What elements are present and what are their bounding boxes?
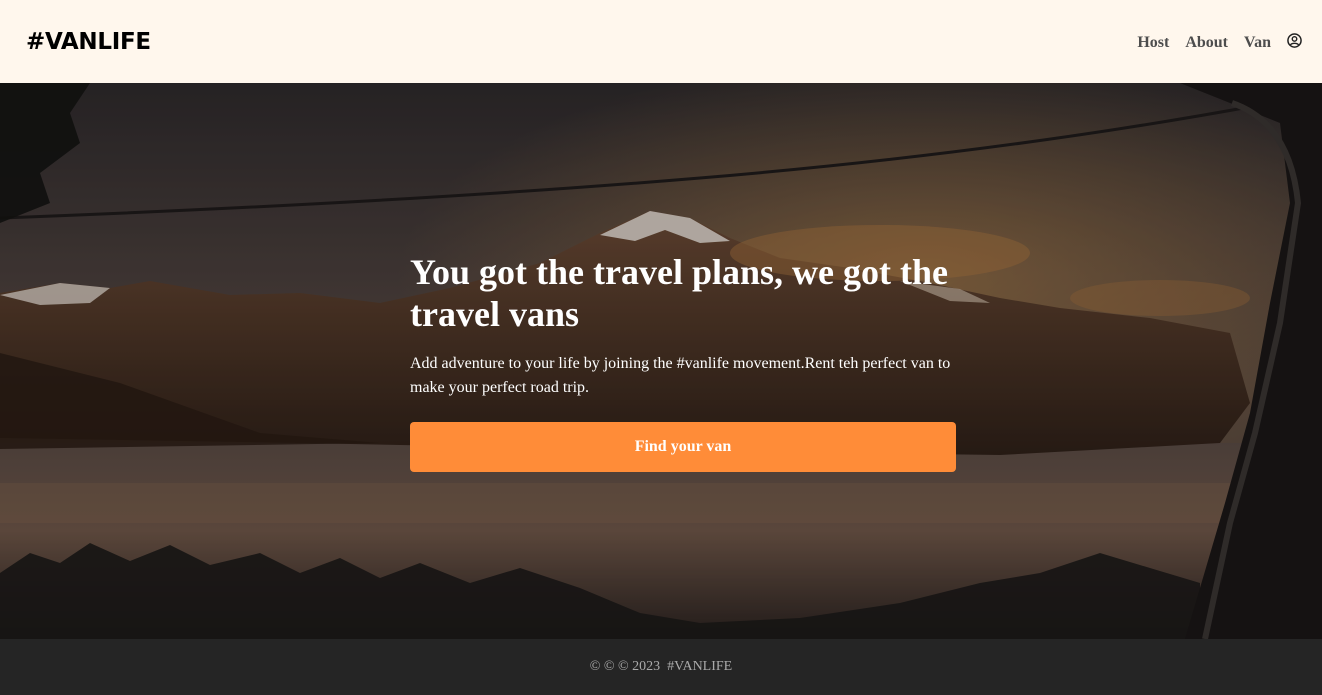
nav-link-host[interactable]: Host xyxy=(1137,34,1169,52)
find-your-van-button[interactable]: Find your van xyxy=(410,422,956,472)
logo-link[interactable]: #VANLIFE xyxy=(26,29,151,55)
nav-link-van[interactable]: Van xyxy=(1244,34,1271,52)
hero-section: You got the travel plans, we got the tra… xyxy=(0,83,1322,639)
site-footer: © © © 2023 #VANLIFE xyxy=(0,639,1322,695)
hero-content: You got the travel plans, we got the tra… xyxy=(410,251,956,472)
hero-title: You got the travel plans, we got the tra… xyxy=(410,252,948,334)
main-nav: Host About Van xyxy=(1137,32,1302,52)
nav-link-about[interactable]: About xyxy=(1185,34,1228,52)
site-header: #VANLIFE Host About Van xyxy=(0,0,1322,83)
user-circle-icon[interactable] xyxy=(1287,32,1302,48)
hero-description: Add adventure to your life by joining th… xyxy=(410,355,951,396)
footer-copyright: © © © 2023 #VANLIFE xyxy=(589,659,733,674)
